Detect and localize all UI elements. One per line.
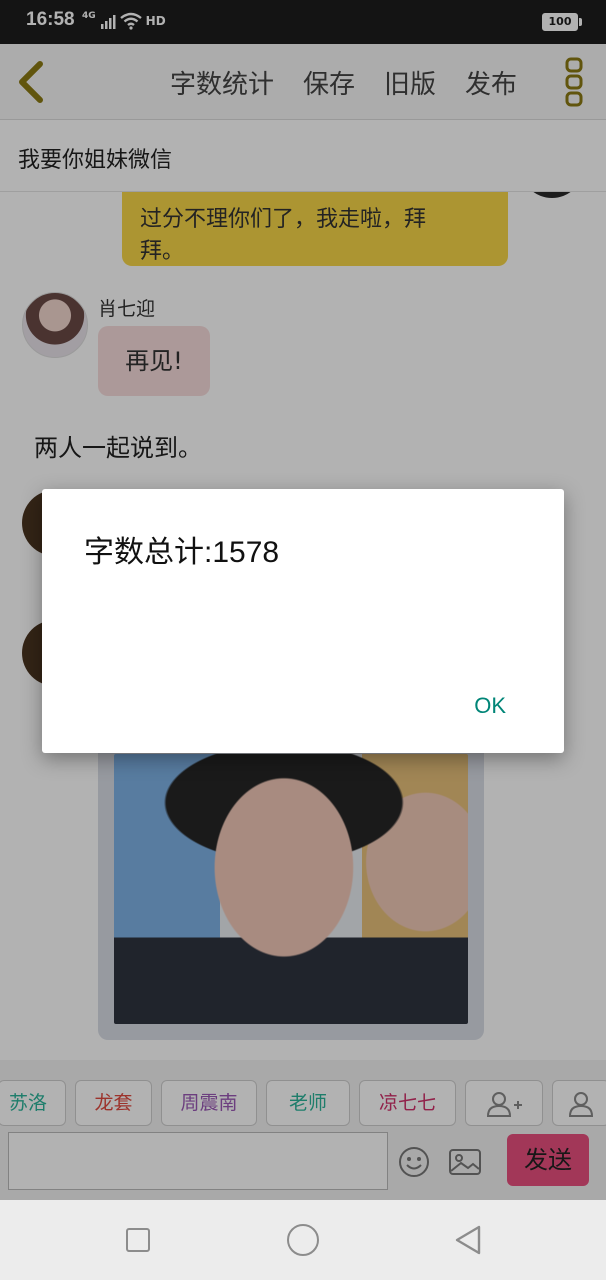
dialog-message: 字数总计:1578 <box>84 536 280 569</box>
circle-icon[interactable] <box>287 1224 319 1256</box>
navigation-bar <box>0 1200 606 1280</box>
word-count-dialog: 字数总计:1578 OK <box>42 489 564 753</box>
ok-button[interactable]: OK <box>474 693 506 719</box>
square-icon[interactable] <box>126 1228 150 1252</box>
triangle-back-icon[interactable] <box>454 1224 482 1256</box>
